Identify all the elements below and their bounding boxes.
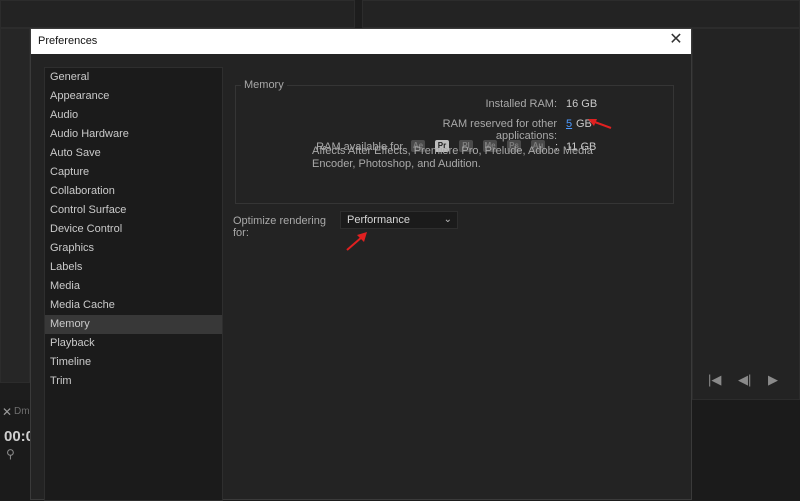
play-icon[interactable]: ▶ [768,372,778,388]
sidebar-item-audio-hardware[interactable]: Audio Hardware [45,125,222,144]
dialog-titlebar: Preferences ✕ [31,29,691,54]
ram-reserved-label: RAM reserved for other applications: [442,118,557,142]
annotation-arrow-optimize [346,232,367,251]
background-panel-top-left [0,0,355,28]
sidebar-item-playback[interactable]: Playback [45,334,222,353]
sidebar-item-auto-save[interactable]: Auto Save [45,144,222,163]
sidebar-item-collaboration[interactable]: Collaboration [45,182,222,201]
close-icon[interactable]: ✕ [667,31,685,49]
memory-affects-note: Affects After Effects, Premiere Pro, Pre… [312,145,593,170]
sidebar-item-memory[interactable]: Memory [45,315,222,334]
sidebar-item-media[interactable]: Media [45,277,222,296]
sidebar-item-audio[interactable]: Audio [45,106,222,125]
sidebar-item-media-cache[interactable]: Media Cache [45,296,222,315]
sidebar-item-graphics[interactable]: Graphics [45,239,222,258]
background-panel-top-right [362,0,800,28]
background-panel-left [0,28,30,383]
optimize-rendering-dropdown[interactable]: Performance ⌄ [340,211,458,229]
optimize-rendering-value: Performance [347,214,410,226]
optimize-rendering-label: Optimize rendering for: [233,215,326,239]
ram-reserved-input[interactable]: 5 [566,118,572,130]
annotation-arrow-reserved [588,119,612,129]
sidebar-item-timeline[interactable]: Timeline [45,353,222,372]
play-reverse-icon[interactable]: ◀| [738,372,751,388]
wrench-icon[interactable]: ⚲ [6,447,15,461]
chevron-down-icon: ⌄ [443,214,452,225]
sidebar-item-trim[interactable]: Trim [45,372,222,391]
sidebar-item-capture[interactable]: Capture [45,163,222,182]
sidebar-item-device-control[interactable]: Device Control [45,220,222,239]
step-back-icon[interactable]: |◀ [708,372,721,388]
dialog-title: Preferences [38,35,98,47]
installed-ram-value: 16 GB [566,98,598,110]
sidebar-item-control-surface[interactable]: Control Surface [45,201,222,220]
background-panel-right [692,28,800,400]
annotation-arrow-optimize-line [346,236,363,251]
preferences-sidebar: General Appearance Audio Audio Hardware … [44,67,223,501]
installed-ram-label: Installed RAM: [485,98,557,110]
sidebar-item-appearance[interactable]: Appearance [45,87,222,106]
memory-group-label: Memory [241,79,287,91]
sidebar-item-general[interactable]: General [45,68,222,87]
sidebar-item-labels[interactable]: Labels [45,258,222,277]
background-tab[interactable]: Dm [14,406,30,417]
panel-close-icon[interactable]: ✕ [2,405,12,419]
